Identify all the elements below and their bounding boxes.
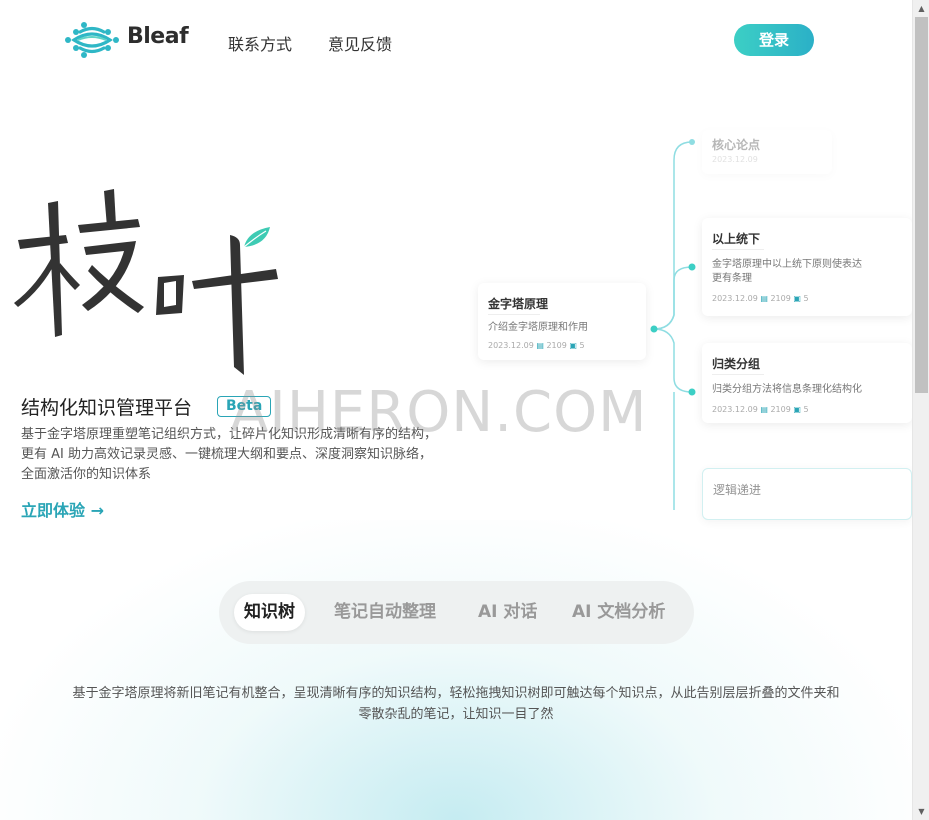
card-divider xyxy=(712,249,764,250)
card-date: 2023.12.09 xyxy=(712,155,758,164)
word-count: 2109 xyxy=(770,294,791,303)
site-header: Bleaf 联系方式 意见反馈 登录 xyxy=(0,0,912,80)
beta-badge: Beta xyxy=(217,396,272,417)
card-meta: 2023.12.09 ▤ 2109 ▣ 5 xyxy=(488,341,585,350)
word-count: 2109 xyxy=(770,405,791,414)
card-title: 归类分组 xyxy=(712,357,761,371)
note-icon: ▣ xyxy=(793,405,801,414)
hero-description: 基于金字塔原理重塑笔记组织方式，让碎片化知识形成清晰有序的结构，更有 AI 助力… xyxy=(21,427,438,482)
card-title: 核心论点 xyxy=(712,138,761,152)
document-icon: ▤ xyxy=(760,405,768,414)
card-title: 以上统下 xyxy=(712,232,761,246)
arrow-right-icon: → xyxy=(90,501,104,520)
scroll-thumb[interactable] xyxy=(915,17,928,393)
note-icon: ▣ xyxy=(793,294,801,303)
card-divider xyxy=(712,374,764,375)
card-meta: 2023.12.09 ▤ 2109 ▣ 5 xyxy=(712,294,809,303)
mindmap-card-root: 金字塔原理 介绍金字塔原理和作用 2023.12.09 ▤ 2109 ▣ 5 xyxy=(478,283,646,360)
mindmap-card-child1: 以上统下 金字塔原理中以上统下原则使表达更有条理 2023.12.09 ▤ 21… xyxy=(702,218,912,316)
try-now-label: 立即体验 xyxy=(21,501,86,520)
document-icon: ▤ xyxy=(536,341,544,350)
note-icon: ▣ xyxy=(569,341,577,350)
chevron-up-icon[interactable]: ▲ xyxy=(913,0,929,17)
login-button[interactable]: 登录 xyxy=(734,24,814,56)
card-description: 归类分组方法将信息条理化结构化 xyxy=(712,384,862,395)
try-now-link[interactable]: 立即体验 → xyxy=(21,497,104,521)
tab-ai-doc-analysis[interactable]: AI 文档分析 xyxy=(572,594,665,631)
mindmap-card-top: 核心论点 2023.12.09 xyxy=(702,130,832,174)
feature-tab-bar: 知识树 笔记自动整理 AI 对话 AI 文档分析 xyxy=(219,581,694,644)
card-divider xyxy=(488,314,540,315)
background-glow xyxy=(0,520,912,820)
nav-feedback-link[interactable]: 意见反馈 xyxy=(328,31,392,55)
note-count: 5 xyxy=(803,294,809,303)
note-count: 5 xyxy=(803,405,809,414)
document-icon: ▤ xyxy=(760,294,768,303)
mindmap-card-child3: 逻辑递进 xyxy=(702,468,912,520)
root-node-dot xyxy=(650,325,658,333)
feature-description: 基于金字塔原理将新旧笔记有机整合，呈现清晰有序的知识结构，轻松拖拽知识树即可触达… xyxy=(72,686,840,722)
bleaf-logo-icon[interactable] xyxy=(64,18,120,62)
card-date: 2023.12.09 xyxy=(712,294,758,303)
tab-ai-chat[interactable]: AI 对话 xyxy=(478,594,537,631)
word-count: 2109 xyxy=(546,341,567,350)
card-meta: 2023.12.09 ▤ 2109 ▣ 5 xyxy=(712,405,809,414)
tab-auto-organize[interactable]: 笔记自动整理 xyxy=(334,594,436,631)
card-title: 金字塔原理 xyxy=(488,297,549,311)
card-description: 介绍金字塔原理和作用 xyxy=(488,322,588,333)
hero-calligraphy-logo xyxy=(14,189,278,375)
card-description: 金字塔原理中以上统下原则使表达更有条理 xyxy=(712,259,862,284)
page-scrollbar[interactable]: ▲ ▼ xyxy=(912,0,929,820)
mindmap-card-child2: 归类分组 归类分组方法将信息条理化结构化 2023.12.09 ▤ 2109 ▣… xyxy=(702,343,912,423)
card-date: 2023.12.09 xyxy=(712,405,758,414)
brand-name[interactable]: Bleaf xyxy=(127,24,189,49)
nav-contact-link[interactable]: 联系方式 xyxy=(228,31,292,55)
note-count: 5 xyxy=(579,341,585,350)
hero-subtitle: 结构化知识管理平台 xyxy=(21,397,193,419)
tab-knowledge-tree[interactable]: 知识树 xyxy=(234,594,305,631)
card-date: 2023.12.09 xyxy=(488,341,534,350)
landing-page: Bleaf 联系方式 意见反馈 登录 结构化知识管理平台 Beta 基于金字塔原… xyxy=(0,0,912,820)
chevron-down-icon[interactable]: ▼ xyxy=(913,803,929,820)
card-title: 逻辑递进 xyxy=(713,483,762,497)
knowledge-tree-preview: 核心论点 2023.12.09 金字塔原理 介绍金字塔原理和作用 2023.12… xyxy=(470,130,912,520)
